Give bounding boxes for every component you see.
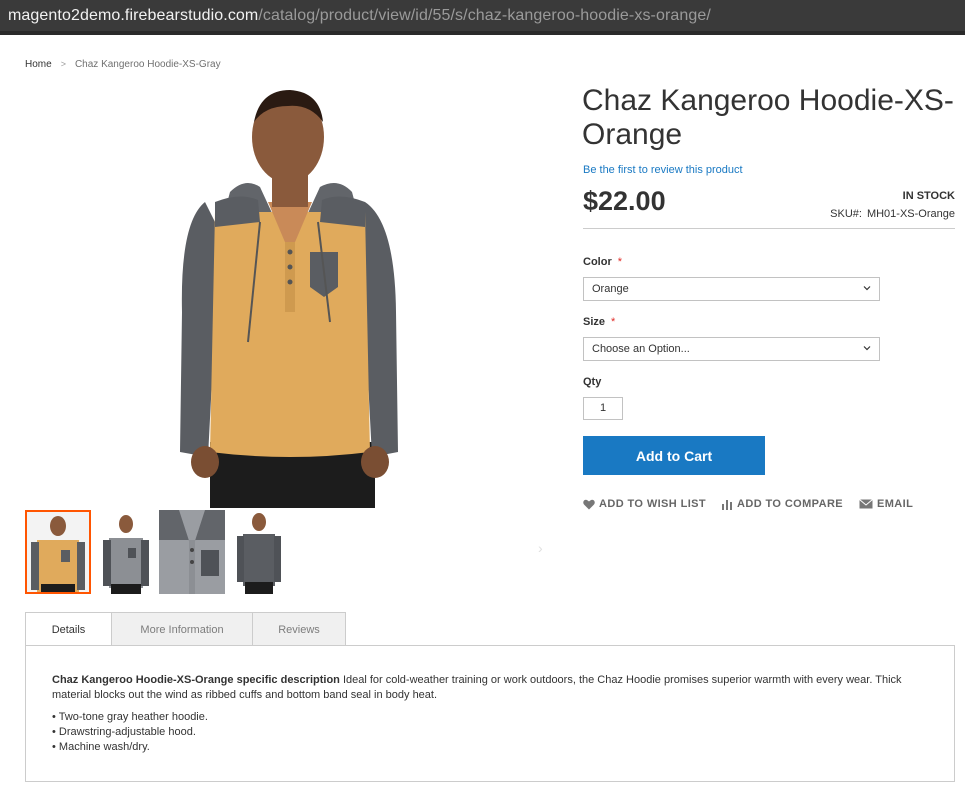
url-path: /catalog/product/view/id/55/s/chaz-kange… (258, 7, 711, 24)
gallery-next-arrow-icon[interactable]: › (538, 540, 543, 556)
breadcrumb: Home > Chaz Kangeroo Hoodie-XS-Gray (25, 59, 221, 70)
required-marker: * (611, 316, 616, 328)
add-to-wish-list-link[interactable]: Add to Wish List (583, 498, 706, 510)
breadcrumb-current: Chaz Kangeroo Hoodie-XS-Gray (74, 59, 221, 70)
description-heading: Chaz Kangeroo Hoodie-XS-Orange specific … (52, 674, 340, 686)
compare-bars-icon (722, 499, 732, 510)
tab-panel-details: Chaz Kangeroo Hoodie-XS-Orange specific … (25, 645, 955, 782)
heart-icon (583, 499, 595, 509)
browser-url-bar[interactable]: magento2demo.firebearstudio.com/catalog/… (0, 0, 965, 35)
feature-list: Two-tone gray heather hoodie. Drawstring… (52, 710, 208, 755)
thumbnail-3[interactable] (159, 510, 225, 594)
product-description: Chaz Kangeroo Hoodie-XS-Orange specific … (52, 673, 932, 703)
add-to-cart-button[interactable]: Add to Cart (583, 436, 765, 475)
color-label: Color * (583, 256, 622, 268)
divider (583, 228, 955, 229)
list-item: Two-tone gray heather hoodie. (52, 710, 208, 725)
tab-details[interactable]: Details (25, 612, 112, 647)
size-label: Size * (583, 316, 615, 328)
review-link[interactable]: Be the first to review this product (583, 164, 743, 176)
color-label-text: Color (583, 256, 612, 268)
compare-label: Add to Compare (737, 498, 844, 510)
size-select[interactable]: Choose an Option... (583, 337, 880, 361)
wish-list-label: Add to Wish List (599, 498, 707, 510)
product-title: Chaz Kangeroo Hoodie-XS-Orange (582, 84, 954, 151)
color-select[interactable]: Orange (583, 277, 880, 301)
product-sku: SKU#: MH01-XS-Orange (830, 208, 955, 220)
breadcrumb-home-link[interactable]: Home (25, 59, 52, 70)
qty-label: Qty (583, 376, 602, 388)
chevron-down-icon (863, 286, 871, 291)
stock-status: IN STOCK (902, 190, 955, 202)
product-main-image[interactable] (160, 82, 420, 508)
color-select-value: Orange (592, 283, 629, 295)
add-to-compare-link[interactable]: Add to Compare (721, 498, 843, 510)
sku-value: MH01-XS-Orange (866, 208, 955, 220)
email-label: Email (877, 498, 914, 510)
url-host: magento2demo.firebearstudio.com (8, 7, 259, 24)
chevron-down-icon (863, 346, 871, 351)
product-price: $22.00 (583, 186, 666, 216)
breadcrumb-separator: > (60, 59, 66, 69)
list-item: Machine wash/dry. (52, 740, 208, 755)
thumbnail-4[interactable] (225, 510, 291, 594)
tab-reviews[interactable]: Reviews (252, 612, 346, 646)
qty-input[interactable]: 1 (583, 397, 623, 420)
size-label-text: Size (583, 316, 606, 328)
list-item: Drawstring-adjustable hood. (52, 725, 208, 740)
thumbnail-2[interactable] (93, 510, 159, 594)
required-marker: * (617, 256, 623, 268)
url-text[interactable]: magento2demo.firebearstudio.com/catalog/… (8, 7, 711, 25)
envelope-icon (859, 499, 873, 509)
thumbnail-1[interactable] (25, 510, 91, 594)
size-select-value: Choose an Option... (592, 343, 690, 355)
tab-more-information[interactable]: More Information (111, 612, 253, 646)
email-link[interactable]: Email (859, 498, 913, 510)
sku-label: SKU#: (830, 208, 862, 220)
